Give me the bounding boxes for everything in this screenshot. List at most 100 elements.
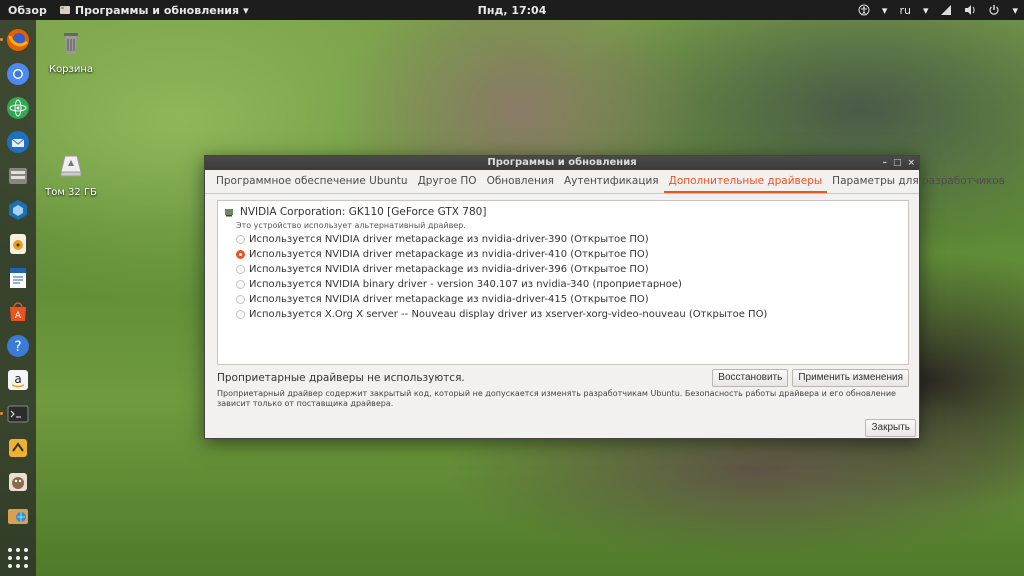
device-header: NVIDIA Corporation: GK110 [GeForce GTX 7… — [224, 206, 902, 218]
atom-icon — [7, 97, 29, 119]
dock-firefox[interactable] — [0, 26, 32, 54]
radio-button[interactable] — [236, 310, 245, 319]
dock-help[interactable]: ? — [4, 332, 32, 360]
driver-option-label: Используется NVIDIA driver metapackage и… — [249, 249, 649, 260]
dock-software-updater[interactable] — [4, 434, 32, 462]
close-icon[interactable]: × — [907, 156, 915, 170]
driver-option-label: Используется NVIDIA driver metapackage и… — [249, 234, 649, 245]
driver-option-label: Используется X.Org X server -- Nouveau d… — [249, 309, 768, 320]
svg-text:?: ? — [14, 339, 21, 355]
dock-gimp[interactable] — [4, 468, 32, 496]
driver-option[interactable]: Используется NVIDIA driver metapackage и… — [224, 292, 902, 307]
app-menu[interactable]: Программы и обновления ▾ — [55, 4, 249, 17]
help-icon: ? — [7, 335, 29, 357]
driver-option[interactable]: Используется NVIDIA driver metapackage и… — [224, 232, 902, 247]
trash-icon — [64, 33, 78, 54]
system-tray: ▾ ru ▾ ▾ — [858, 0, 1018, 20]
top-bar: Обзор Программы и обновления ▾ Пнд, 17:0… — [0, 0, 1024, 20]
desktop-trash-label: Корзина — [48, 64, 94, 75]
drive-icon — [60, 155, 82, 177]
dock-thunderbird[interactable] — [4, 128, 32, 156]
drivers-list: NVIDIA Corporation: GK110 [GeForce GTX 7… — [217, 200, 909, 365]
revert-button[interactable]: Восстановить — [712, 369, 789, 387]
software-center-icon: A — [10, 302, 26, 321]
desktop-volume-label: Том 32 ГБ — [45, 187, 97, 198]
desktop-volume[interactable]: Том 32 ГБ — [41, 150, 101, 198]
chevron-down-icon[interactable]: ▾ — [882, 4, 888, 17]
radio-button[interactable] — [236, 280, 245, 289]
dock-virtualbox[interactable] — [4, 196, 32, 224]
network-icon[interactable] — [940, 4, 952, 16]
svg-text:A: A — [15, 311, 22, 321]
files-icon — [9, 168, 27, 184]
dock-atom[interactable] — [4, 94, 32, 122]
tab-ubuntu-software[interactable]: Программное обеспечение Ubuntu — [211, 171, 413, 193]
volume-icon[interactable] — [964, 4, 976, 16]
activities-button[interactable]: Обзор — [0, 4, 55, 17]
window-footer: Закрыть — [204, 417, 920, 439]
running-indicator — [0, 412, 3, 415]
dock-amazon[interactable]: a — [4, 366, 32, 394]
dock-writer[interactable] — [4, 264, 32, 292]
dock-files[interactable] — [4, 162, 32, 190]
thunderbird-icon — [7, 131, 29, 153]
tab-updates[interactable]: Обновления — [482, 171, 559, 193]
dock: A ? a — [0, 20, 36, 576]
apply-changes-button[interactable]: Применить изменения — [792, 369, 909, 387]
firefox-icon — [7, 29, 29, 51]
show-applications-icon[interactable] — [8, 548, 28, 568]
device-subtitle: Это устройство использует альтернативный… — [236, 221, 466, 230]
writer-icon — [10, 268, 26, 288]
status-row: Проприетарные драйверы не используются. … — [217, 368, 909, 388]
amazon-icon: a — [8, 370, 28, 390]
running-indicator — [0, 38, 3, 41]
desktop-trash[interactable]: Корзина — [41, 27, 101, 75]
radio-button[interactable] — [236, 295, 245, 304]
web-browser-icon — [8, 509, 28, 524]
accessibility-icon[interactable] — [858, 4, 870, 16]
rhythmbox-icon — [10, 234, 26, 254]
driver-option[interactable]: Используется NVIDIA driver metapackage и… — [224, 262, 902, 277]
radio-button[interactable] — [236, 235, 245, 244]
radio-button[interactable] — [236, 265, 245, 274]
tab-developer-options[interactable]: Параметры для разработчиков — [827, 171, 1010, 193]
chromium-icon — [7, 63, 29, 85]
driver-option-label: Используется NVIDIA driver metapackage и… — [249, 264, 649, 275]
chevron-down-icon[interactable]: ▾ — [923, 4, 929, 17]
driver-option-label: Используется NVIDIA binary driver - vers… — [249, 279, 682, 290]
dock-rhythmbox[interactable] — [4, 230, 32, 258]
chevron-down-icon: ▾ — [243, 3, 249, 17]
driver-status-text: Проприетарные драйверы не используются. — [217, 372, 465, 384]
tab-authentication[interactable]: Аутентификация — [559, 171, 664, 193]
proprietary-note: Проприетарный драйвер содержит закрытый … — [217, 389, 896, 408]
maximize-icon[interactable]: □ — [893, 156, 902, 170]
gimp-icon — [9, 473, 27, 491]
radio-button-selected[interactable] — [236, 250, 245, 259]
gpu-icon — [225, 209, 233, 217]
tab-additional-drivers[interactable]: Дополнительные драйверы — [663, 171, 828, 193]
language-indicator[interactable]: ru — [899, 4, 911, 17]
dock-terminal[interactable] — [0, 400, 32, 428]
dock-chromium[interactable] — [4, 60, 32, 88]
chevron-down-icon[interactable]: ▾ — [1012, 4, 1018, 17]
close-button[interactable]: Закрыть — [865, 419, 916, 437]
clock[interactable]: Пнд, 17:04 — [478, 4, 547, 17]
tab-bar: Программное обеспечение Ubuntu Другое ПО… — [205, 170, 1005, 194]
minimize-icon[interactable]: – — [882, 156, 887, 170]
app-menu-label: Программы и обновления — [74, 3, 240, 17]
power-icon[interactable] — [988, 4, 1000, 16]
window-title: Программы и обновления — [487, 157, 637, 168]
virtualbox-icon — [9, 200, 27, 220]
svg-text:a: a — [14, 372, 21, 386]
terminal-icon — [7, 405, 29, 423]
software-properties-icon — [59, 6, 70, 14]
driver-option[interactable]: Используется NVIDIA driver metapackage и… — [224, 247, 902, 262]
software-updater-icon — [9, 439, 27, 457]
driver-option[interactable]: Используется X.Org X server -- Nouveau d… — [224, 307, 902, 322]
dock-software-center[interactable]: A — [4, 298, 32, 326]
driver-option-label: Используется NVIDIA driver metapackage и… — [249, 294, 649, 305]
window-titlebar[interactable]: Программы и обновления – □ × — [205, 156, 919, 170]
tab-other-software[interactable]: Другое ПО — [413, 171, 482, 193]
driver-option[interactable]: Используется NVIDIA binary driver - vers… — [224, 277, 902, 292]
dock-web-browser[interactable] — [4, 502, 32, 530]
